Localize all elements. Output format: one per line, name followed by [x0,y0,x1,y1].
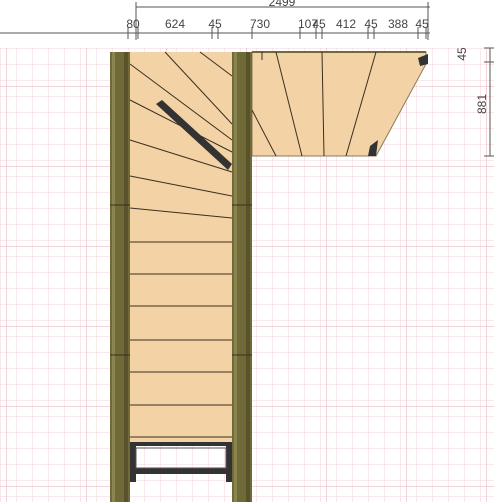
segment-label: 80 [126,17,140,31]
lower-flight [129,51,233,442]
right-stringer [232,52,252,502]
dimension-bar-top: 2499 80 624 45 730 10745 412 45 388 45 [0,0,430,40]
segment-label: 45 [312,17,326,31]
left-stringer [110,52,130,502]
segment-label: 412 [336,17,356,31]
segment-label: 730 [250,17,270,31]
segment-label: 388 [388,17,408,31]
right-top-label: 45 [455,47,469,61]
stair-plan-drawing: 2499 80 624 45 730 10745 412 45 388 45 45 881 [0,0,494,502]
right-height-label: 881 [475,94,489,114]
segment-label: 45 [364,17,378,31]
metal-step-frame [130,442,232,502]
segment-label: 624 [165,17,185,31]
segment-label: 45 [208,17,222,31]
segment-label: 45 [415,17,429,31]
overall-width-label: 2499 [269,0,296,9]
stair-plan-canvas: 2499 80 624 45 730 107 45 412 45 388 45 45 881 [0,0,494,502]
